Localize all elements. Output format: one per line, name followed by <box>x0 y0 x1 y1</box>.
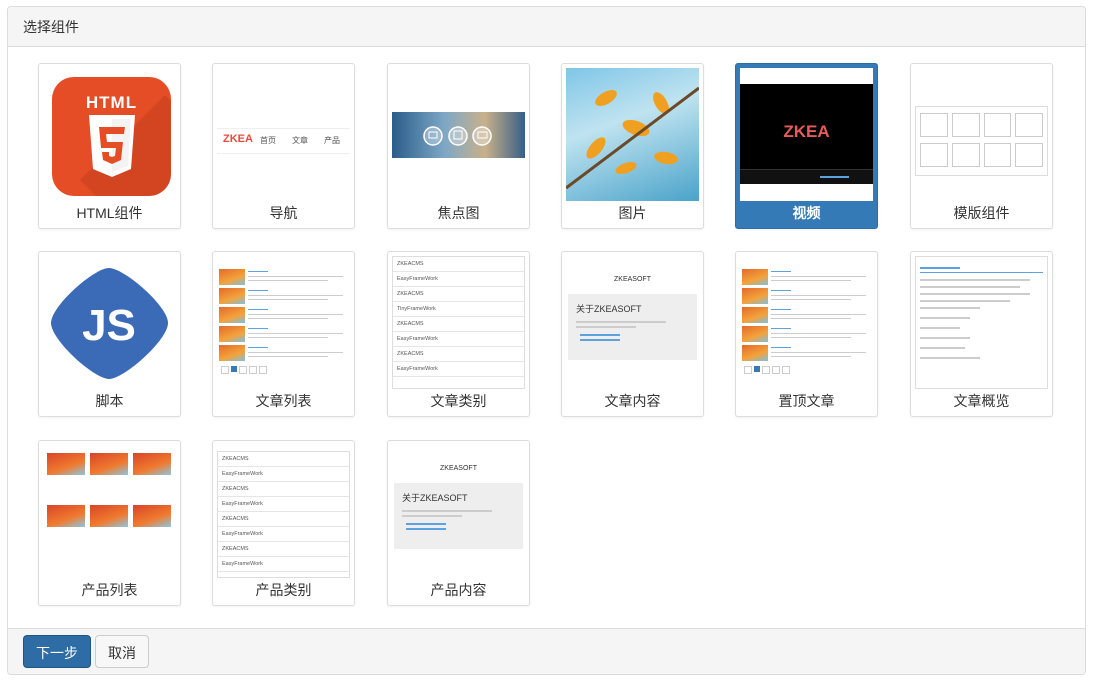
component-label: 导航 <box>269 205 298 221</box>
panel-footer: 下一步 取消 <box>8 628 1085 674</box>
component-label: 模版组件 <box>953 205 1010 221</box>
article-list-preview <box>217 256 350 389</box>
component-label: 产品类别 <box>255 582 312 598</box>
component-label: 焦点图 <box>437 205 480 221</box>
component-card-article-list[interactable]: 文章列表 <box>212 251 355 417</box>
panel-title: 选择组件 <box>8 7 1085 47</box>
carousel-preview <box>392 68 525 201</box>
component-card-html[interactable]: HTML HTML组件 <box>38 63 181 229</box>
component-card-video[interactable]: ZKEA 视频 <box>735 63 878 229</box>
image-preview <box>566 68 699 201</box>
component-label: 产品列表 <box>81 582 138 598</box>
template-preview <box>915 68 1048 201</box>
html5-icon: HTML <box>43 68 176 201</box>
component-label: 图片 <box>618 205 647 221</box>
component-card-article-summary[interactable]: 文章概览 <box>910 251 1053 417</box>
component-label: 文章内容 <box>604 393 661 409</box>
component-label: 置顶文章 <box>778 393 835 409</box>
component-label: HTML组件 <box>76 205 143 221</box>
component-label: 文章列表 <box>255 393 312 409</box>
zkea-logo: ZKEA <box>223 133 253 145</box>
javascript-icon: JS <box>43 256 176 389</box>
top-article-preview <box>740 256 873 389</box>
component-card-navigation[interactable]: ZKEA 首页 文章 产品 导航 <box>212 63 355 229</box>
component-card-top-article[interactable]: 置顶文章 <box>735 251 878 417</box>
component-card-product-category[interactable]: ZKEACMS EasyFrameWork ZKEACMS EasyFrameW… <box>212 440 355 606</box>
article-summary-preview <box>915 256 1048 389</box>
svg-text:JS: JS <box>82 301 136 350</box>
product-content-preview: ZKEASOFT 关于ZKEASOFT <box>392 445 525 578</box>
next-step-button[interactable]: 下一步 <box>23 635 91 668</box>
article-content-preview: ZKEASOFT 关于ZKEASOFT <box>566 256 699 389</box>
component-card-script[interactable]: JS 脚本 <box>38 251 181 417</box>
component-label: 文章类别 <box>430 393 487 409</box>
component-card-article-content[interactable]: ZKEASOFT 关于ZKEASOFT 文章内容 <box>561 251 704 417</box>
component-card-product-list[interactable]: 产品列表 <box>38 440 181 606</box>
component-label: 产品内容 <box>430 582 487 598</box>
product-list-preview <box>43 445 176 578</box>
cancel-button[interactable]: 取消 <box>95 635 149 668</box>
navigation-preview: ZKEA 首页 文章 产品 <box>217 68 350 201</box>
component-label: 文章概览 <box>953 393 1010 409</box>
component-card-article-category[interactable]: ZKEACMS EasyFrameWork ZKEACMS TinyFrameW… <box>387 251 530 417</box>
component-label: 脚本 <box>95 393 124 409</box>
article-category-preview: ZKEACMS EasyFrameWork ZKEACMS TinyFrameW… <box>392 256 525 389</box>
product-category-preview: ZKEACMS EasyFrameWork ZKEACMS EasyFrameW… <box>217 445 350 578</box>
component-card-template[interactable]: 模版组件 <box>910 63 1053 229</box>
component-card-carousel[interactable]: 焦点图 <box>387 63 530 229</box>
select-component-panel: 选择组件 HTML HTML组件 ZKEA 首页 文章 产品 导航 焦点图 图片… <box>7 6 1086 675</box>
component-label: 视频 <box>792 205 821 221</box>
component-card-product-content[interactable]: ZKEASOFT 关于ZKEASOFT 产品内容 <box>387 440 530 606</box>
video-preview: ZKEA <box>740 68 873 201</box>
component-card-image[interactable]: 图片 <box>561 63 704 229</box>
